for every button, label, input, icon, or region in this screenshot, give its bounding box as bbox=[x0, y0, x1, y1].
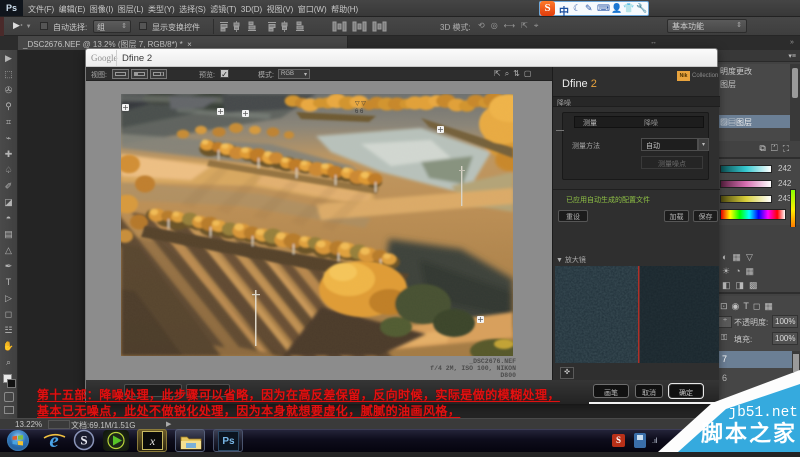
svg-text:x: x bbox=[149, 434, 156, 448]
svg-text:6 6: 6 6 bbox=[355, 109, 364, 115]
svg-text:S: S bbox=[80, 433, 87, 448]
svg-text:jb51.net: jb51.net bbox=[728, 405, 798, 421]
svg-text:e: e bbox=[49, 429, 58, 452]
svg-text:脚本之家: 脚本之家 bbox=[701, 421, 797, 446]
svg-text:▽ ▽: ▽ ▽ bbox=[355, 101, 366, 107]
